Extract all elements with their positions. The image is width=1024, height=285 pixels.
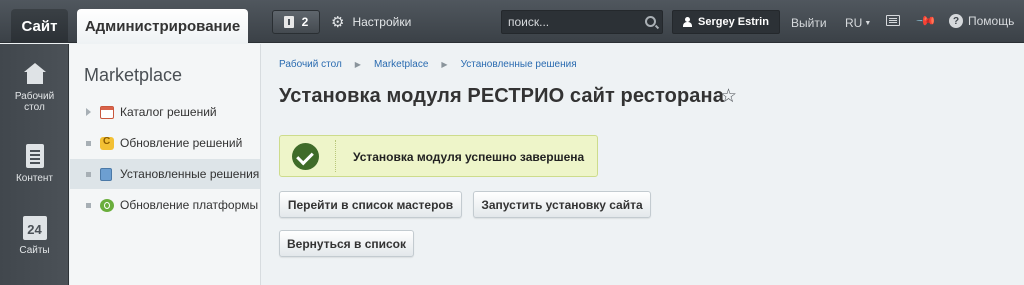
- submenu-item-catalog[interactable]: Каталог решений: [70, 97, 260, 127]
- search-input[interactable]: [502, 11, 637, 33]
- left-menu-label: Контент: [15, 173, 54, 184]
- help-icon: ?: [949, 14, 963, 28]
- installed-solutions-icon: [100, 167, 112, 181]
- user-name: Sergey Estrin: [698, 16, 769, 28]
- breadcrumb-separator-icon: ▶: [354, 60, 361, 69]
- left-menu: Рабочий стол Контент 24 Сайты: [0, 44, 69, 285]
- update-icon: [100, 136, 114, 150]
- user-button[interactable]: Sergey Estrin: [672, 10, 780, 34]
- settings-label: Настройки: [352, 15, 412, 29]
- submenu-item-label: Обновление решений: [120, 136, 243, 150]
- start-site-install-button[interactable]: Запустить установку сайта: [473, 191, 651, 218]
- notifications-count: 2: [301, 15, 309, 29]
- bullet-icon: [86, 171, 91, 177]
- bullet-icon: [86, 202, 91, 208]
- check-icon: [292, 143, 319, 170]
- content-icon: [23, 144, 47, 168]
- star-icon[interactable]: ☆: [720, 85, 737, 108]
- language-selector[interactable]: RU ▼: [845, 16, 871, 30]
- page-title: Установка модуля РЕСТРИО сайт ресторана: [279, 85, 724, 107]
- breadcrumb: Рабочий стол ▶ Marketplace ▶ Установленн…: [279, 59, 577, 71]
- submenu-item-label: Обновление платформы: [120, 198, 259, 212]
- submenu-item-label: Установленные решения: [120, 167, 260, 181]
- top-bar: Сайт Администрирование 2 ⚙ Настройки Ser…: [0, 0, 1024, 44]
- submenu-item-platform-update[interactable]: Обновление платформы: [70, 190, 260, 220]
- keyboard-icon[interactable]: [886, 15, 900, 26]
- expand-arrow-icon[interactable]: [86, 108, 91, 116]
- back-to-list-button[interactable]: Вернуться в список: [279, 230, 414, 257]
- gear-icon: ⚙: [331, 13, 345, 31]
- language-label: RU: [845, 16, 863, 30]
- submenu-title: Marketplace: [84, 65, 183, 85]
- tab-administration[interactable]: Администрирование: [77, 9, 248, 44]
- success-message: Установка модуля успешно завершена: [353, 150, 585, 164]
- left-menu-label: Рабочий стол: [14, 91, 55, 113]
- settings-button[interactable]: ⚙ Настройки: [331, 10, 411, 34]
- divider: [335, 140, 336, 172]
- platform-update-icon: [100, 198, 114, 212]
- submenu: Marketplace Каталог решений Обновление р…: [70, 44, 261, 285]
- left-menu-item-desktop[interactable]: Рабочий стол: [0, 62, 69, 113]
- search-icon[interactable]: [645, 16, 656, 27]
- help-label: Помощь: [968, 14, 1015, 28]
- bullet-icon: [86, 140, 91, 146]
- submenu-item-label: Каталог решений: [120, 105, 217, 119]
- search-box: [501, 10, 663, 34]
- logout-link[interactable]: Выйти: [791, 16, 827, 30]
- breadcrumb-item-installed[interactable]: Установленные решения: [461, 59, 577, 71]
- chevron-down-icon: ▼: [864, 20, 872, 27]
- catalog-icon: [100, 105, 114, 119]
- left-menu-item-content[interactable]: Контент: [0, 144, 69, 184]
- sites-icon: 24: [22, 216, 47, 240]
- pin-icon[interactable]: 📌: [915, 10, 937, 33]
- success-message-box: Установка модуля успешно завершена: [279, 135, 598, 177]
- breadcrumb-item-marketplace[interactable]: Marketplace: [374, 59, 428, 71]
- notifications-button[interactable]: 2: [272, 10, 320, 34]
- submenu-item-installed[interactable]: Установленные решения: [70, 159, 260, 189]
- submenu-item-updates[interactable]: Обновление решений: [70, 128, 260, 158]
- notification-icon: [283, 16, 294, 28]
- user-icon: [683, 17, 693, 27]
- go-to-masters-button[interactable]: Перейти в список мастеров: [279, 191, 462, 218]
- left-menu-item-sites[interactable]: 24 Сайты: [0, 216, 69, 256]
- breadcrumb-item-desktop[interactable]: Рабочий стол: [279, 59, 342, 71]
- breadcrumb-separator-icon: ▶: [441, 60, 448, 69]
- help-button[interactable]: ? Помощь: [949, 14, 1014, 28]
- tab-site[interactable]: Сайт: [11, 9, 68, 43]
- left-menu-label: Сайты: [19, 245, 50, 256]
- home-icon: [23, 62, 47, 86]
